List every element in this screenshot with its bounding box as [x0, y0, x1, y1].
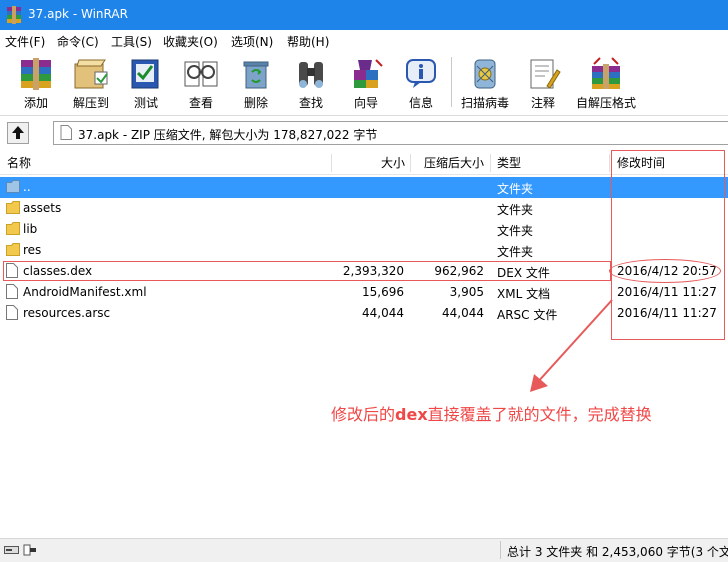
scan-virus-button[interactable]: 扫描病毒 — [458, 54, 512, 112]
file-name: lib — [23, 222, 38, 236]
sfx-icon — [592, 57, 620, 89]
wizard-button[interactable]: 向导 — [339, 54, 393, 112]
extract-label: 解压到 — [72, 96, 109, 110]
comment-icon — [530, 59, 561, 89]
add-label: 添加 — [23, 96, 48, 110]
annotation-highlight-box — [611, 150, 725, 340]
extract-icon — [74, 59, 108, 89]
file-type: ARSC 文件 — [497, 308, 558, 322]
status-bar: 总计 3 文件夹 和 2,453,060 字节(3 个文件) — [0, 538, 728, 562]
scan-virus-label: 扫描病毒 — [460, 96, 509, 110]
archive-path-field[interactable]: 37.apk - ZIP 压缩文件, 解包大小为 178,827,022 字节 — [53, 121, 728, 145]
scan-virus-icon — [474, 59, 496, 89]
test-icon — [131, 59, 159, 89]
annotation-highlight-ellipse — [609, 259, 721, 283]
info-button[interactable]: 信息 — [394, 54, 448, 112]
up-folder-button[interactable] — [7, 122, 29, 144]
wizard-icon — [354, 59, 383, 88]
comment-label: 注释 — [530, 96, 555, 110]
file-type: 文件夹 — [497, 182, 534, 196]
file-type: 文件夹 — [497, 203, 534, 217]
test-label: 测试 — [133, 96, 158, 110]
drive-icon — [4, 544, 38, 559]
view-label: 查看 — [188, 96, 213, 110]
file-name: AndroidManifest.xml — [23, 285, 147, 299]
annotation-emphasis: dex — [395, 405, 428, 424]
document-icon — [60, 125, 72, 143]
menu-tools[interactable]: 工具(S) — [111, 33, 152, 50]
view-button[interactable]: 查看 — [174, 54, 228, 112]
delete-button[interactable]: 删除 — [229, 54, 283, 112]
toolbar-separator — [451, 57, 452, 107]
annotation-suffix: 直接覆盖了就的文件，完成替换 — [427, 405, 652, 424]
header-divider — [410, 154, 411, 172]
file-name: res — [23, 243, 42, 257]
menu-command[interactable]: 命令(C) — [57, 33, 99, 50]
folder-icon — [6, 221, 20, 239]
extract-button[interactable]: 解压到 — [64, 54, 118, 112]
file-icon — [6, 284, 18, 302]
col-type-header[interactable]: 类型 — [497, 152, 521, 174]
find-button[interactable]: 查找 — [284, 54, 338, 112]
status-text: 总计 3 文件夹 和 2,453,060 字节(3 个文件) — [507, 545, 728, 559]
find-label: 查找 — [298, 96, 323, 110]
comment-button[interactable]: 注释 — [516, 54, 570, 112]
file-icon — [6, 305, 18, 323]
header-divider — [331, 154, 332, 172]
add-icon — [21, 58, 51, 90]
find-icon — [299, 62, 323, 88]
file-packed-size: 44,044 — [442, 306, 484, 320]
up-arrow-icon — [12, 126, 24, 139]
annotation-highlight-row — [3, 261, 611, 281]
winrar-app-icon[interactable] — [6, 6, 22, 24]
header-divider — [609, 154, 610, 172]
title-bar[interactable]: 37.apk - WinRAR — [0, 0, 728, 30]
folder-icon — [6, 200, 20, 218]
file-name: .. — [23, 180, 31, 194]
test-button[interactable]: 测试 — [119, 54, 173, 112]
sfx-label: 自解压格式 — [575, 96, 636, 110]
archive-path-text: 37.apk - ZIP 压缩文件, 解包大小为 178,827,022 字节 — [78, 128, 378, 142]
delete-label: 删除 — [243, 96, 268, 110]
status-divider — [500, 541, 501, 559]
file-name: resources.arsc — [23, 306, 111, 320]
delete-icon — [243, 61, 269, 89]
toolbar: 添加 解压到 测试 查看 删除 查找 向导 信息 扫描病毒 注释 自解压格式 — [0, 51, 728, 116]
view-icon — [184, 61, 218, 87]
file-packed-size: 3,905 — [449, 285, 484, 299]
wizard-label: 向导 — [353, 96, 378, 110]
path-bar: 37.apk - ZIP 压缩文件, 解包大小为 178,827,022 字节 — [0, 117, 728, 148]
file-type: XML 文档 — [497, 287, 551, 301]
annotation-text: 修改后的dex直接覆盖了就的文件，完成替换 — [331, 401, 652, 425]
menu-file[interactable]: 文件(F) — [5, 33, 45, 50]
file-name: assets — [23, 201, 62, 215]
file-size: 15,696 — [362, 285, 404, 299]
add-button[interactable]: 添加 — [9, 54, 63, 112]
file-type: 文件夹 — [497, 224, 534, 238]
menu-bar: 文件(F) 命令(C) 工具(S) 收藏夹(O) 选项(N) 帮助(H) — [0, 30, 728, 51]
menu-help[interactable]: 帮助(H) — [287, 33, 329, 50]
menu-options[interactable]: 选项(N) — [231, 33, 273, 50]
col-name-header[interactable]: 名称 — [7, 152, 31, 174]
info-icon — [406, 59, 436, 88]
sfx-button[interactable]: 自解压格式 — [574, 54, 638, 112]
col-packed-header[interactable]: 压缩后大小 — [424, 152, 484, 174]
file-type: 文件夹 — [497, 245, 534, 259]
menu-favorites[interactable]: 收藏夹(O) — [163, 33, 218, 50]
folder-icon — [6, 242, 20, 260]
info-label: 信息 — [408, 96, 433, 110]
col-size-header[interactable]: 大小 — [381, 152, 405, 174]
window-title: 37.apk - WinRAR — [28, 7, 128, 21]
header-divider — [490, 154, 491, 172]
folder-up-icon — [6, 179, 20, 197]
file-size: 44,044 — [362, 306, 404, 320]
annotation-prefix: 修改后的 — [331, 405, 396, 424]
